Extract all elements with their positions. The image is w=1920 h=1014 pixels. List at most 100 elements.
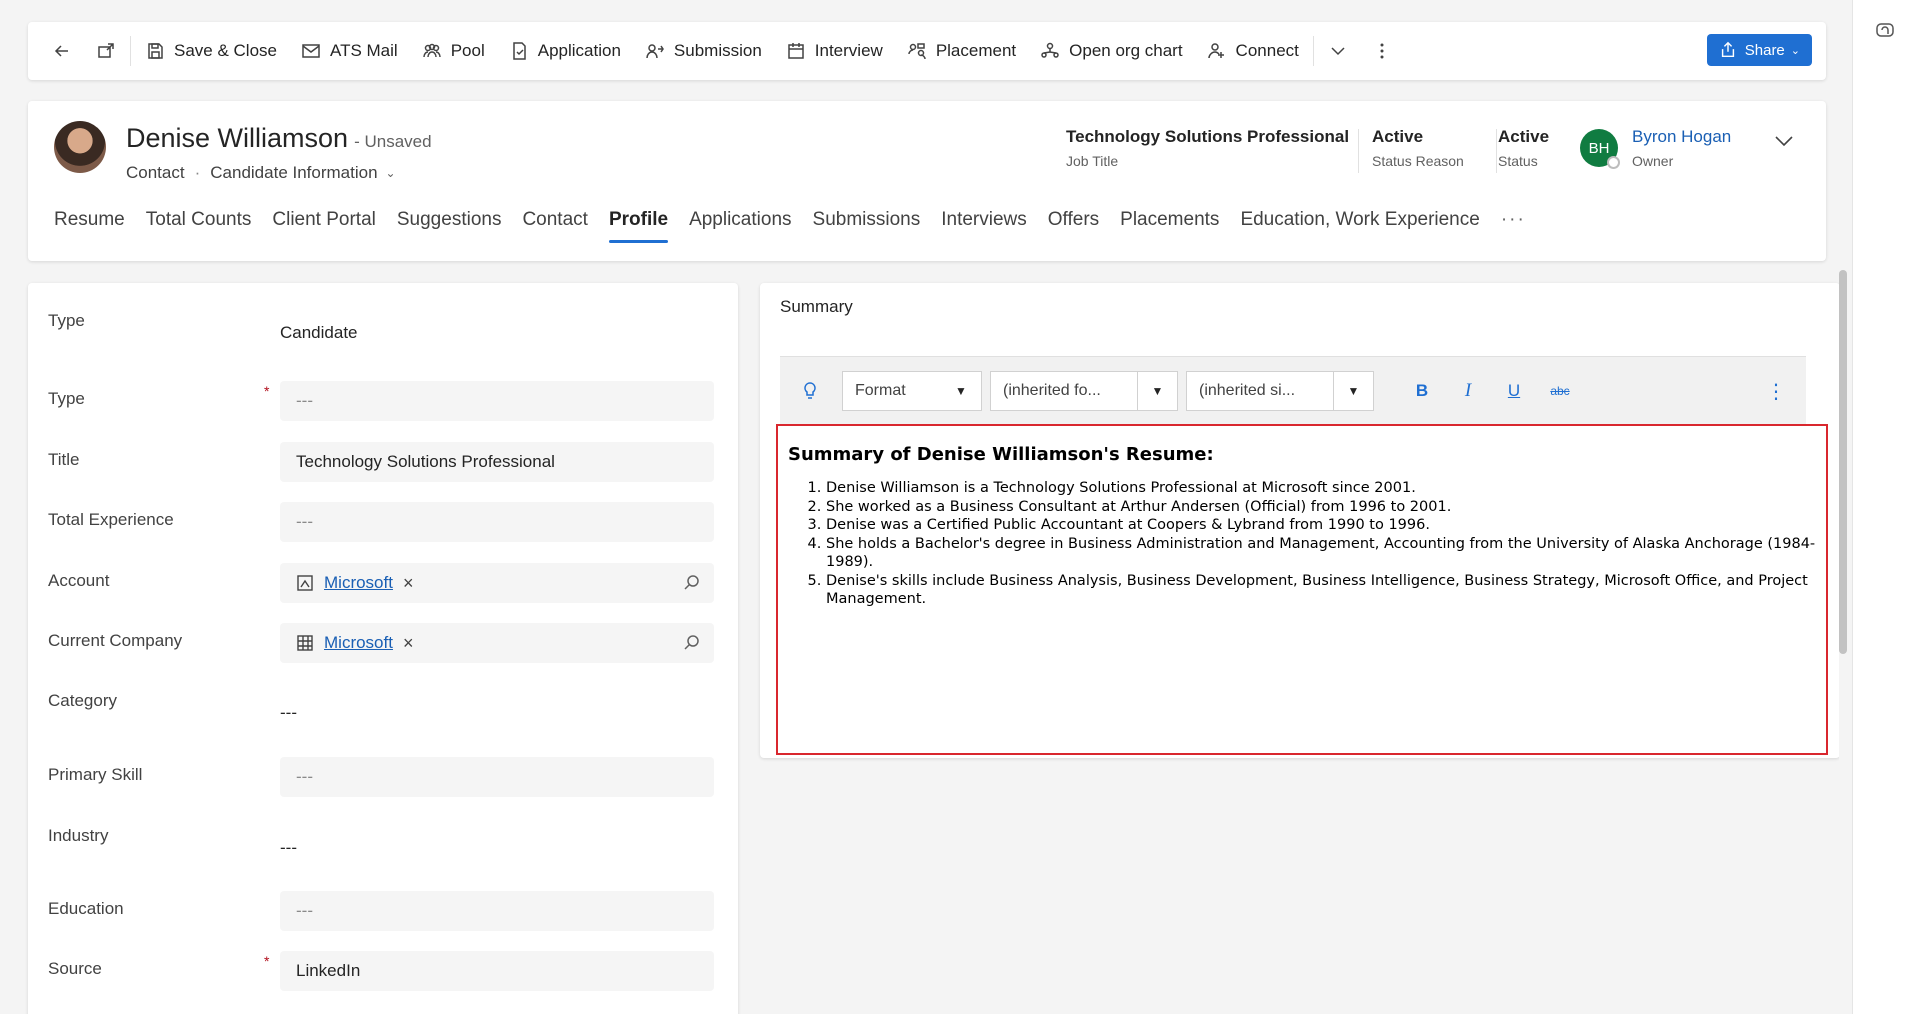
share-icon: [1721, 41, 1734, 58]
people-swap-icon: [907, 41, 927, 61]
search-icon[interactable]: [682, 633, 702, 653]
connect-label: Connect: [1235, 41, 1299, 60]
document-check-icon: [509, 41, 529, 61]
header-job-title: Technology Solutions Professional Job Ti…: [1066, 127, 1349, 169]
recommended-marker: *: [264, 953, 270, 969]
source-input[interactable]: LinkedIn: [280, 951, 714, 991]
header-expand-button[interactable]: [1772, 129, 1796, 153]
header-status: Active Status: [1498, 127, 1549, 169]
list-item: Denise's skills include Business Analysi…: [826, 572, 1816, 609]
size-select-value: (inherited si...: [1199, 381, 1296, 399]
tab-contact[interactable]: Contact: [522, 209, 587, 243]
copilot-icon[interactable]: [1873, 20, 1897, 44]
field-label: Source: [48, 959, 102, 978]
job-title-value: Technology Solutions Professional: [1066, 127, 1350, 146]
type-input[interactable]: ---: [280, 381, 714, 421]
pool-button[interactable]: Pool: [410, 31, 497, 71]
font-size-select[interactable]: (inherited si... ▼: [1186, 370, 1374, 411]
more-vertical-icon: [1372, 41, 1392, 61]
form-selector[interactable]: Candidate Information ⌄: [210, 163, 395, 183]
tab-offers[interactable]: Offers: [1048, 209, 1099, 243]
placement-button[interactable]: Placement: [895, 31, 1028, 71]
field-label: Account: [48, 571, 110, 590]
account-lookup[interactable]: Microsoft ×: [280, 563, 714, 603]
list-item: Denise Williamson is a Technology Soluti…: [826, 479, 1816, 498]
scrollbar-thumb[interactable]: [1839, 270, 1847, 654]
account-link[interactable]: Microsoft: [324, 573, 393, 593]
tab-placements[interactable]: Placements: [1120, 209, 1219, 243]
tab-more[interactable]: ···: [1501, 209, 1526, 243]
category-value[interactable]: ---: [280, 703, 297, 723]
interview-button[interactable]: Interview: [774, 31, 895, 71]
job-title-label: Job Title: [1066, 153, 1119, 169]
bold-button[interactable]: B: [1404, 373, 1440, 409]
remove-company-button[interactable]: ×: [403, 633, 414, 654]
open-in-new-window-button[interactable]: [84, 31, 128, 71]
tab-interviews[interactable]: Interviews: [941, 209, 1027, 243]
open-org-chart-label: Open org chart: [1069, 41, 1183, 60]
summary-editor[interactable]: Summary of Denise Williamson's Resume: D…: [776, 424, 1828, 755]
primary-skill-input[interactable]: ---: [280, 757, 714, 797]
italic-button[interactable]: I: [1450, 373, 1486, 409]
total-experience-input[interactable]: ---: [280, 502, 714, 542]
tab-applications[interactable]: Applications: [689, 209, 791, 243]
format-select[interactable]: Format ▼: [842, 370, 982, 411]
rich-text-toolbar: Format ▼ (inherited fo... ▼ (inherited s…: [780, 356, 1806, 424]
pool-label: Pool: [450, 41, 485, 60]
people-group-icon: [422, 41, 442, 61]
chevron-down-icon: [1775, 136, 1793, 147]
industry-value[interactable]: ---: [280, 838, 297, 858]
field-label: Total Experience: [48, 510, 174, 529]
mail-icon: [301, 41, 321, 61]
font-family-select[interactable]: (inherited fo... ▼: [990, 370, 1178, 411]
application-button[interactable]: Application: [497, 31, 633, 71]
side-pane-rail: [1852, 0, 1920, 1014]
tab-profile[interactable]: Profile: [608, 209, 669, 243]
title-input[interactable]: Technology Solutions Professional: [280, 442, 714, 482]
format-select-value: Format: [855, 381, 906, 399]
share-button[interactable]: Share ⌄: [1706, 34, 1812, 66]
people-connect-icon: [1207, 41, 1227, 61]
ats-mail-button[interactable]: ATS Mail: [289, 31, 410, 71]
org-chart-icon: [1040, 41, 1060, 61]
tab-resume[interactable]: Resume: [54, 209, 125, 243]
current-company-lookup[interactable]: Microsoft ×: [280, 623, 714, 663]
header-status-reason: Active Status Reason: [1372, 127, 1464, 169]
save-icon: [145, 41, 165, 61]
back-button[interactable]: [40, 31, 84, 71]
underline-button[interactable]: U: [1496, 373, 1532, 409]
connect-button[interactable]: Connect: [1195, 31, 1311, 71]
profile-form: Type Candidate Type * --- Title Technolo…: [28, 283, 738, 1014]
overflow-menu-button[interactable]: [1360, 31, 1404, 71]
education-input[interactable]: ---: [280, 891, 714, 931]
tab-submissions[interactable]: Submissions: [813, 209, 921, 243]
building-icon: [296, 634, 314, 652]
field-label: Type: [48, 389, 85, 408]
people-send-icon: [645, 41, 665, 61]
recommended-marker: *: [264, 383, 270, 399]
open-org-chart-button[interactable]: Open org chart: [1028, 31, 1194, 71]
more-toolbar-button[interactable]: ⋮: [1766, 379, 1786, 404]
strikethrough-button[interactable]: abc: [1542, 373, 1578, 409]
save-close-button[interactable]: Save & Close: [133, 31, 289, 71]
ats-mail-label: ATS Mail: [330, 41, 398, 60]
summary-heading: Summary of Denise Williamson's Resume:: [788, 444, 1214, 465]
tab-education-work-experience[interactable]: Education, Work Experience: [1240, 209, 1479, 243]
submission-button[interactable]: Submission: [633, 31, 774, 71]
field-label: Current Company: [48, 631, 183, 650]
search-icon[interactable]: [682, 573, 702, 593]
tab-suggestions[interactable]: Suggestions: [397, 209, 502, 243]
field-value: Candidate: [280, 323, 358, 342]
owner-link[interactable]: Byron Hogan: [1632, 127, 1731, 147]
contact-photo[interactable]: [54, 121, 106, 173]
more-commands-dropdown[interactable]: [1316, 31, 1360, 71]
owner-label: Owner: [1632, 153, 1674, 169]
current-company-link[interactable]: Microsoft: [324, 633, 393, 653]
tab-client-portal[interactable]: Client Portal: [272, 209, 376, 243]
remove-account-button[interactable]: ×: [403, 573, 414, 594]
field-label: Primary Skill: [48, 765, 143, 784]
application-label: Application: [537, 41, 621, 60]
owner-avatar[interactable]: BH: [1580, 129, 1620, 169]
lightbulb-icon[interactable]: [800, 381, 820, 401]
tab-total-counts[interactable]: Total Counts: [146, 209, 252, 243]
